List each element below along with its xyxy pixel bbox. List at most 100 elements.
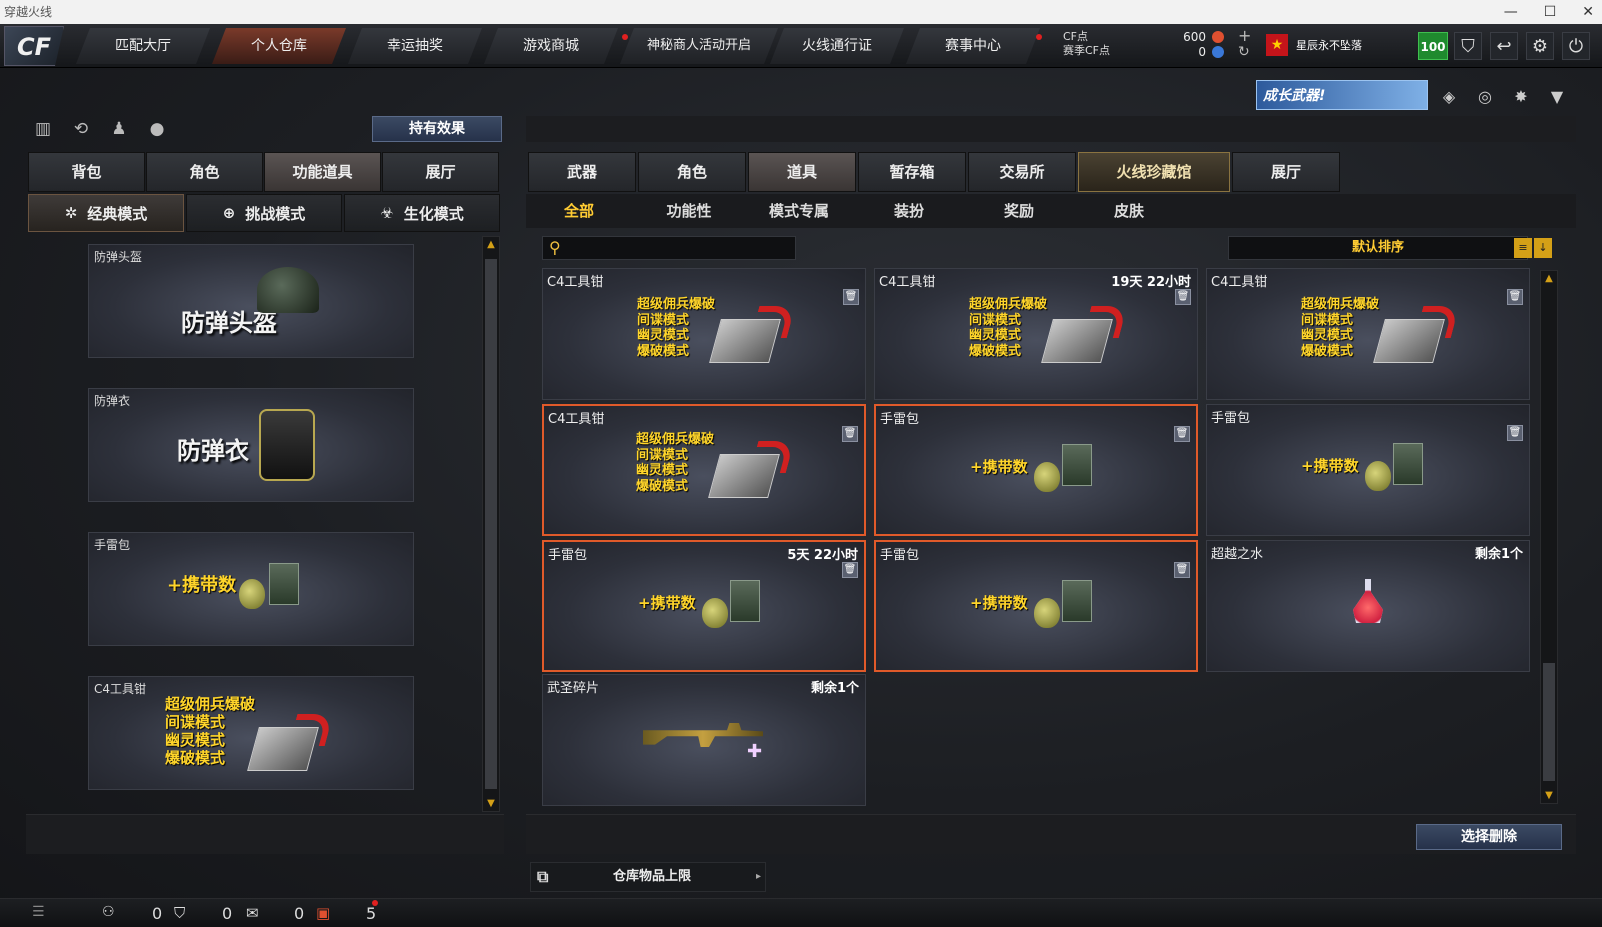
subtab-functional[interactable]: 功能性 [634,200,744,221]
expand-arrow-icon[interactable]: ▸ [756,863,761,891]
history-icon[interactable]: ⟲ [68,116,94,142]
globe-icon[interactable]: ◎ [1472,84,1498,110]
vip-badge-icon[interactable]: ◈ [1436,84,1462,110]
tab-exchange[interactable]: 交易所 [968,152,1076,192]
tab-backpack[interactable]: 背包 [28,152,145,192]
tab-character[interactable]: 角色 [638,152,746,192]
window-title: 穿越火线 [4,5,53,19]
return-icon[interactable]: ↩ [1490,32,1518,60]
trash-icon[interactable]: 🗑 [842,562,858,578]
trash-icon[interactable]: 🗑 [1174,426,1190,442]
trash-icon[interactable]: 🗑 [843,289,859,305]
tab-lucky-draw[interactable]: 幸运抽奖 [348,28,482,64]
storage-limit-bar[interactable]: ⧉ 仓库物品上限 ▸ [530,862,766,892]
scroll-down-icon[interactable]: ▼ [1541,790,1557,801]
item-card-selected[interactable]: C4工具钳 🗑 超级佣兵爆破 间谍模式 幽灵模式 爆破模式 [542,404,866,536]
subtab-all[interactable]: 全部 [524,200,634,221]
owned-effects-button[interactable]: 持有效果 [372,116,502,142]
scroll-thumb[interactable] [485,259,497,789]
c4-mode-line: 超级佣兵爆破 [969,297,1048,312]
growth-weapon-banner[interactable]: 成长武器! [1256,80,1428,110]
item-card[interactable]: C4工具钳 🗑 超级佣兵爆破 间谍模式 幽灵模式 爆破模式 [1206,268,1530,400]
list-view-icon[interactable]: ≡ [1514,238,1532,258]
item-card[interactable]: 超越之水 剩余1个 [1206,540,1530,672]
mode-challenge[interactable]: ⊕ 挑战模式 [186,194,342,232]
scroll-up-icon[interactable]: ▲ [483,239,499,250]
close-icon[interactable]: ✕ [1582,0,1594,24]
c4-mode-line: 超级佣兵爆破 [637,297,716,312]
item-card[interactable]: 手雷包 🗑 +携带数 [1206,404,1530,536]
item-name: C4工具钳 [548,412,605,427]
tab-battle-pass[interactable]: 火线通行证 [770,28,904,64]
minimize-icon[interactable]: — [1504,0,1518,24]
grenade-icon[interactable]: ● [144,116,170,142]
subtab-mode-exclusive[interactable]: 模式专属 [744,200,854,221]
item-card[interactable]: 武圣碎片 剩余1个 ✚ [542,674,866,806]
tab-weapons[interactable]: 武器 [528,152,636,192]
friends-icon[interactable]: ⚇ [102,904,115,920]
scroll-up-icon[interactable]: ▲ [1541,273,1557,284]
c4-mode-line: 间谍模式 [165,713,226,731]
user-info[interactable]: ★ 星辰永不坠落 [1266,32,1362,58]
tab-functional-items[interactable]: 功能道具 [264,152,381,192]
subtab-rewards[interactable]: 奖励 [964,200,1074,221]
mode-classic[interactable]: ✲ 经典模式 [28,194,184,232]
item-card[interactable]: C4工具钳 19天 22小时 🗑 超级佣兵爆破 间谍模式 幽灵模式 爆破模式 [874,268,1198,400]
trash-icon[interactable]: 🗑 [1175,289,1191,305]
add-currency-icon[interactable]: + [1238,26,1251,45]
maximize-icon[interactable]: ☐ [1544,0,1557,24]
status-bar [0,898,1602,927]
tab-showroom[interactable]: 展厅 [1232,152,1340,192]
character-icon[interactable]: ♟ [106,116,132,142]
gift-icon[interactable]: ▣ [316,904,330,922]
equipped-item-helmet[interactable]: 防弹头盔 防弹头盔 [88,244,414,358]
shield-icon[interactable]: ⛉ [174,904,185,922]
scroll-down-icon[interactable]: ▼ [483,798,499,809]
shield-icon[interactable]: ⛉ [1454,32,1482,60]
tab-match-lobby[interactable]: 匹配大厅 [76,28,210,64]
c4-mode-line: 幽灵模式 [165,731,226,749]
select-delete-button[interactable]: 选择删除 [1416,824,1562,850]
cf-logo[interactable]: CF [4,26,64,66]
trash-icon[interactable]: 🗑 [1174,562,1190,578]
right-scrollbar[interactable]: ▲ ▼ [1540,270,1558,804]
item-card[interactable]: C4工具钳 🗑 超级佣兵爆破 间谍模式 幽灵模式 爆破模式 [542,268,866,400]
tab-game-mall[interactable]: 游戏商城 [484,28,618,64]
scroll-thumb[interactable] [1543,663,1555,781]
refresh-icon[interactable]: ↻ [1238,44,1250,60]
item-card-selected[interactable]: 手雷包 🗑 +携带数 [874,404,1198,536]
pack-icon [1062,444,1092,486]
power-icon[interactable]: ⏻ [1562,32,1590,60]
left-scrollbar[interactable]: ▲ ▼ [482,236,500,812]
equipped-item-c4-pliers[interactable]: C4工具钳 超级佣兵爆破 间谍模式 幽灵模式 爆破模式 [88,676,414,790]
trash-icon[interactable]: 🗑 [842,426,858,442]
emblem-icon[interactable]: ✸ [1508,84,1534,110]
menu-icon[interactable]: ☰ [32,904,45,920]
tab-showroom[interactable]: 展厅 [382,152,499,192]
gear-icon[interactable]: ⚙ [1526,32,1554,60]
mode-biochem[interactable]: ☣ 生化模式 [344,194,500,232]
tab-personal-warehouse[interactable]: 个人仓库 [212,28,346,64]
v-logo-icon[interactable]: ▼ [1544,84,1570,110]
helmet-icon [257,267,319,313]
subtab-skins[interactable]: 皮肤 [1074,200,1184,221]
tab-mystery-merchant[interactable]: 神秘商人活动开启 [620,28,778,64]
stats-icon[interactable]: ▥ [30,116,56,142]
subtab-cosmetic[interactable]: 装扮 [854,200,964,221]
sort-dropdown[interactable]: 默认排序 [1228,236,1528,260]
tab-storage-box[interactable]: 暂存箱 [858,152,966,192]
tab-items[interactable]: 道具 [748,152,856,192]
trash-icon[interactable]: 🗑 [1507,289,1523,305]
item-card-selected[interactable]: 手雷包 5天 22小时 🗑 +携带数 [542,540,866,672]
item-card-selected[interactable]: 手雷包 🗑 +携带数 [874,540,1198,672]
trash-icon[interactable]: 🗑 [1507,425,1523,441]
search-input[interactable]: ⚲ [542,236,796,260]
tab-character[interactable]: 角色 [146,152,263,192]
chat-icon[interactable]: ✉ [246,904,259,922]
cf-points-value: 600 [1183,30,1206,44]
equipped-item-grenade-pack[interactable]: 手雷包 +携带数 [88,532,414,646]
tab-events[interactable]: 赛事中心 [906,28,1040,64]
sort-order-icon[interactable]: ↓ [1534,238,1552,258]
equipped-item-vest[interactable]: 防弹衣 防弹衣 [88,388,414,502]
tab-collection-museum[interactable]: 火线珍藏馆 [1078,152,1230,192]
